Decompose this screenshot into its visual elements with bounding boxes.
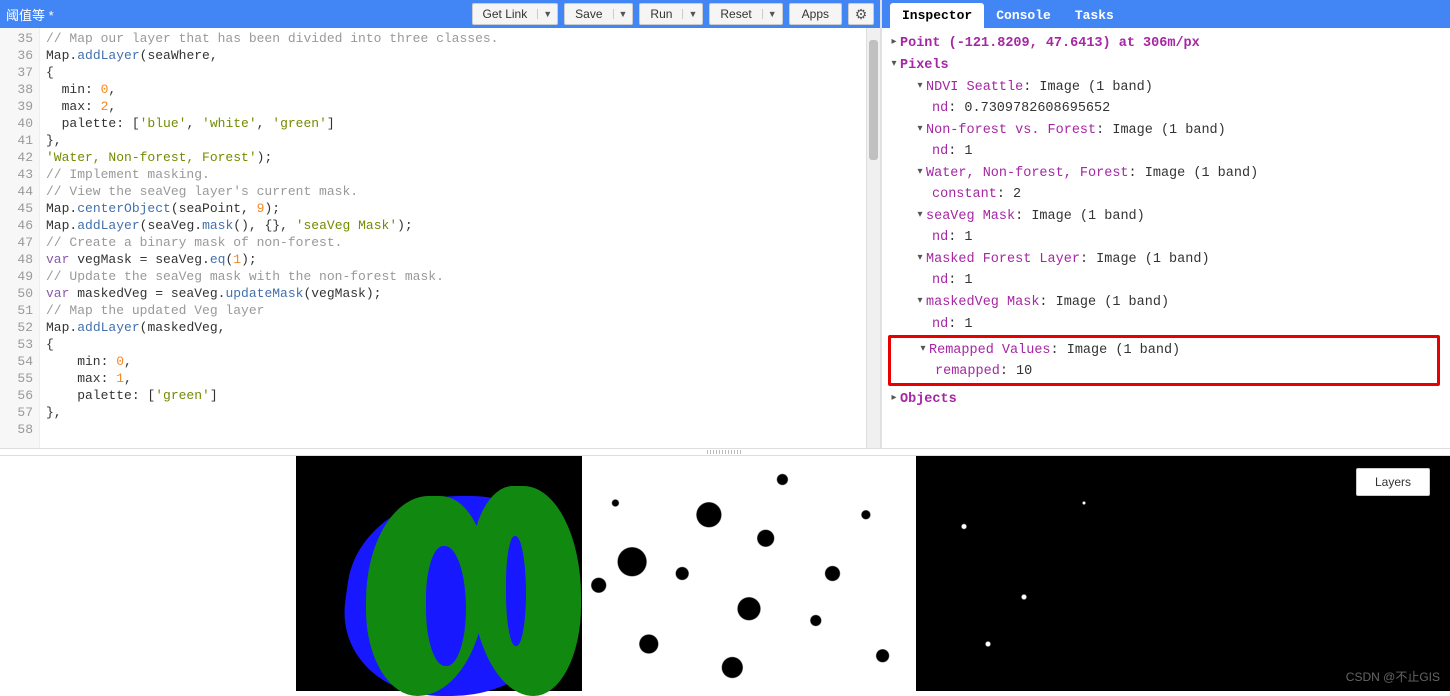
inspector-band-value: nd: 1 <box>888 227 1446 248</box>
map-tile-mask <box>582 456 916 691</box>
layers-button[interactable]: Layers <box>1356 468 1430 496</box>
run-button[interactable]: Run▼ <box>639 3 703 25</box>
gear-icon[interactable]: ⚙ <box>848 3 874 25</box>
collapse-icon[interactable]: ▾ <box>888 54 900 75</box>
watermark: CSDN @不止GIS <box>1346 668 1440 685</box>
collapse-icon[interactable]: ▾ <box>914 248 926 269</box>
get-link-button[interactable]: Get Link▼ <box>472 3 559 25</box>
map-tile-classified <box>296 456 582 691</box>
inspector-tabbar: Inspector Console Tasks <box>882 0 1450 28</box>
vertical-scrollbar[interactable] <box>866 28 880 448</box>
chevron-down-icon[interactable]: ▼ <box>613 9 633 19</box>
inspector-band-value: nd: 1 <box>888 270 1446 291</box>
script-title: 阈值等 * <box>6 5 54 24</box>
pixels-section[interactable]: ▾Pixels <box>888 54 1446 76</box>
map-tile-dark: Layers CSDN @不止GIS <box>916 456 1450 691</box>
inspector-pane: Inspector Console Tasks ▸Point (-121.820… <box>882 0 1450 448</box>
chevron-down-icon[interactable]: ▼ <box>682 9 702 19</box>
apps-button[interactable]: Apps <box>789 3 842 25</box>
collapse-icon[interactable]: ▾ <box>914 205 926 226</box>
inspector-item[interactable]: ▾seaVeg Mask: Image (1 band) <box>888 205 1446 227</box>
horizontal-splitter[interactable] <box>0 448 1450 456</box>
inspector-item[interactable]: ▾maskedVeg Mask: Image (1 band) <box>888 291 1446 313</box>
map-tile-blank <box>0 456 296 691</box>
collapse-icon[interactable]: ▾ <box>917 339 929 360</box>
line-gutter: 3536373839404142434445464748495051525354… <box>0 28 40 448</box>
inspector-item[interactable]: ▾Water, Non-forest, Forest: Image (1 ban… <box>888 162 1446 184</box>
inspector-item[interactable]: ▾NDVI Seattle: Image (1 band) <box>888 76 1446 98</box>
code-editor[interactable]: 3536373839404142434445464748495051525354… <box>0 28 880 448</box>
editor-toolbar: 阈值等 * Get Link▼ Save▼ Run▼ Reset▼ Apps ⚙ <box>0 0 880 28</box>
tab-tasks[interactable]: Tasks <box>1063 3 1126 28</box>
expand-icon[interactable]: ▸ <box>888 388 900 409</box>
collapse-icon[interactable]: ▾ <box>914 76 926 97</box>
map-panel[interactable]: Layers CSDN @不止GIS <box>0 456 1450 691</box>
inspector-item[interactable]: ▾Masked Forest Layer: Image (1 band) <box>888 248 1446 270</box>
collapse-icon[interactable]: ▾ <box>914 291 926 312</box>
inspector-band-value: nd: 0.7309782608695652 <box>888 98 1446 119</box>
inspector-item[interactable]: ▾Remapped Values: Image (1 band) <box>891 339 1437 361</box>
expand-icon[interactable]: ▸ <box>888 32 900 53</box>
inspector-body: ▸Point (-121.8209, 47.6413) at 306m/px ▾… <box>882 28 1450 448</box>
tab-inspector[interactable]: Inspector <box>890 3 984 28</box>
scrollbar-thumb[interactable] <box>869 40 878 160</box>
inspector-item[interactable]: ▾Non-forest vs. Forest: Image (1 band) <box>888 119 1446 141</box>
collapse-icon[interactable]: ▾ <box>914 119 926 140</box>
inspector-band-value: constant: 2 <box>888 184 1446 205</box>
inspector-band-value: remapped: 10 <box>891 361 1437 382</box>
tab-console[interactable]: Console <box>984 3 1063 28</box>
chevron-down-icon[interactable]: ▼ <box>762 9 782 19</box>
reset-button[interactable]: Reset▼ <box>709 3 782 25</box>
code-editor-pane: 阈值等 * Get Link▼ Save▼ Run▼ Reset▼ Apps ⚙… <box>0 0 882 448</box>
chevron-down-icon[interactable]: ▼ <box>537 9 557 19</box>
inspector-band-value: nd: 1 <box>888 314 1446 335</box>
save-button[interactable]: Save▼ <box>564 3 633 25</box>
code-body[interactable]: // Map our layer that has been divided i… <box>40 28 866 448</box>
point-info[interactable]: ▸Point (-121.8209, 47.6413) at 306m/px <box>888 32 1446 54</box>
collapse-icon[interactable]: ▾ <box>914 162 926 183</box>
objects-section[interactable]: ▸Objects <box>888 388 1446 410</box>
inspector-band-value: nd: 1 <box>888 141 1446 162</box>
